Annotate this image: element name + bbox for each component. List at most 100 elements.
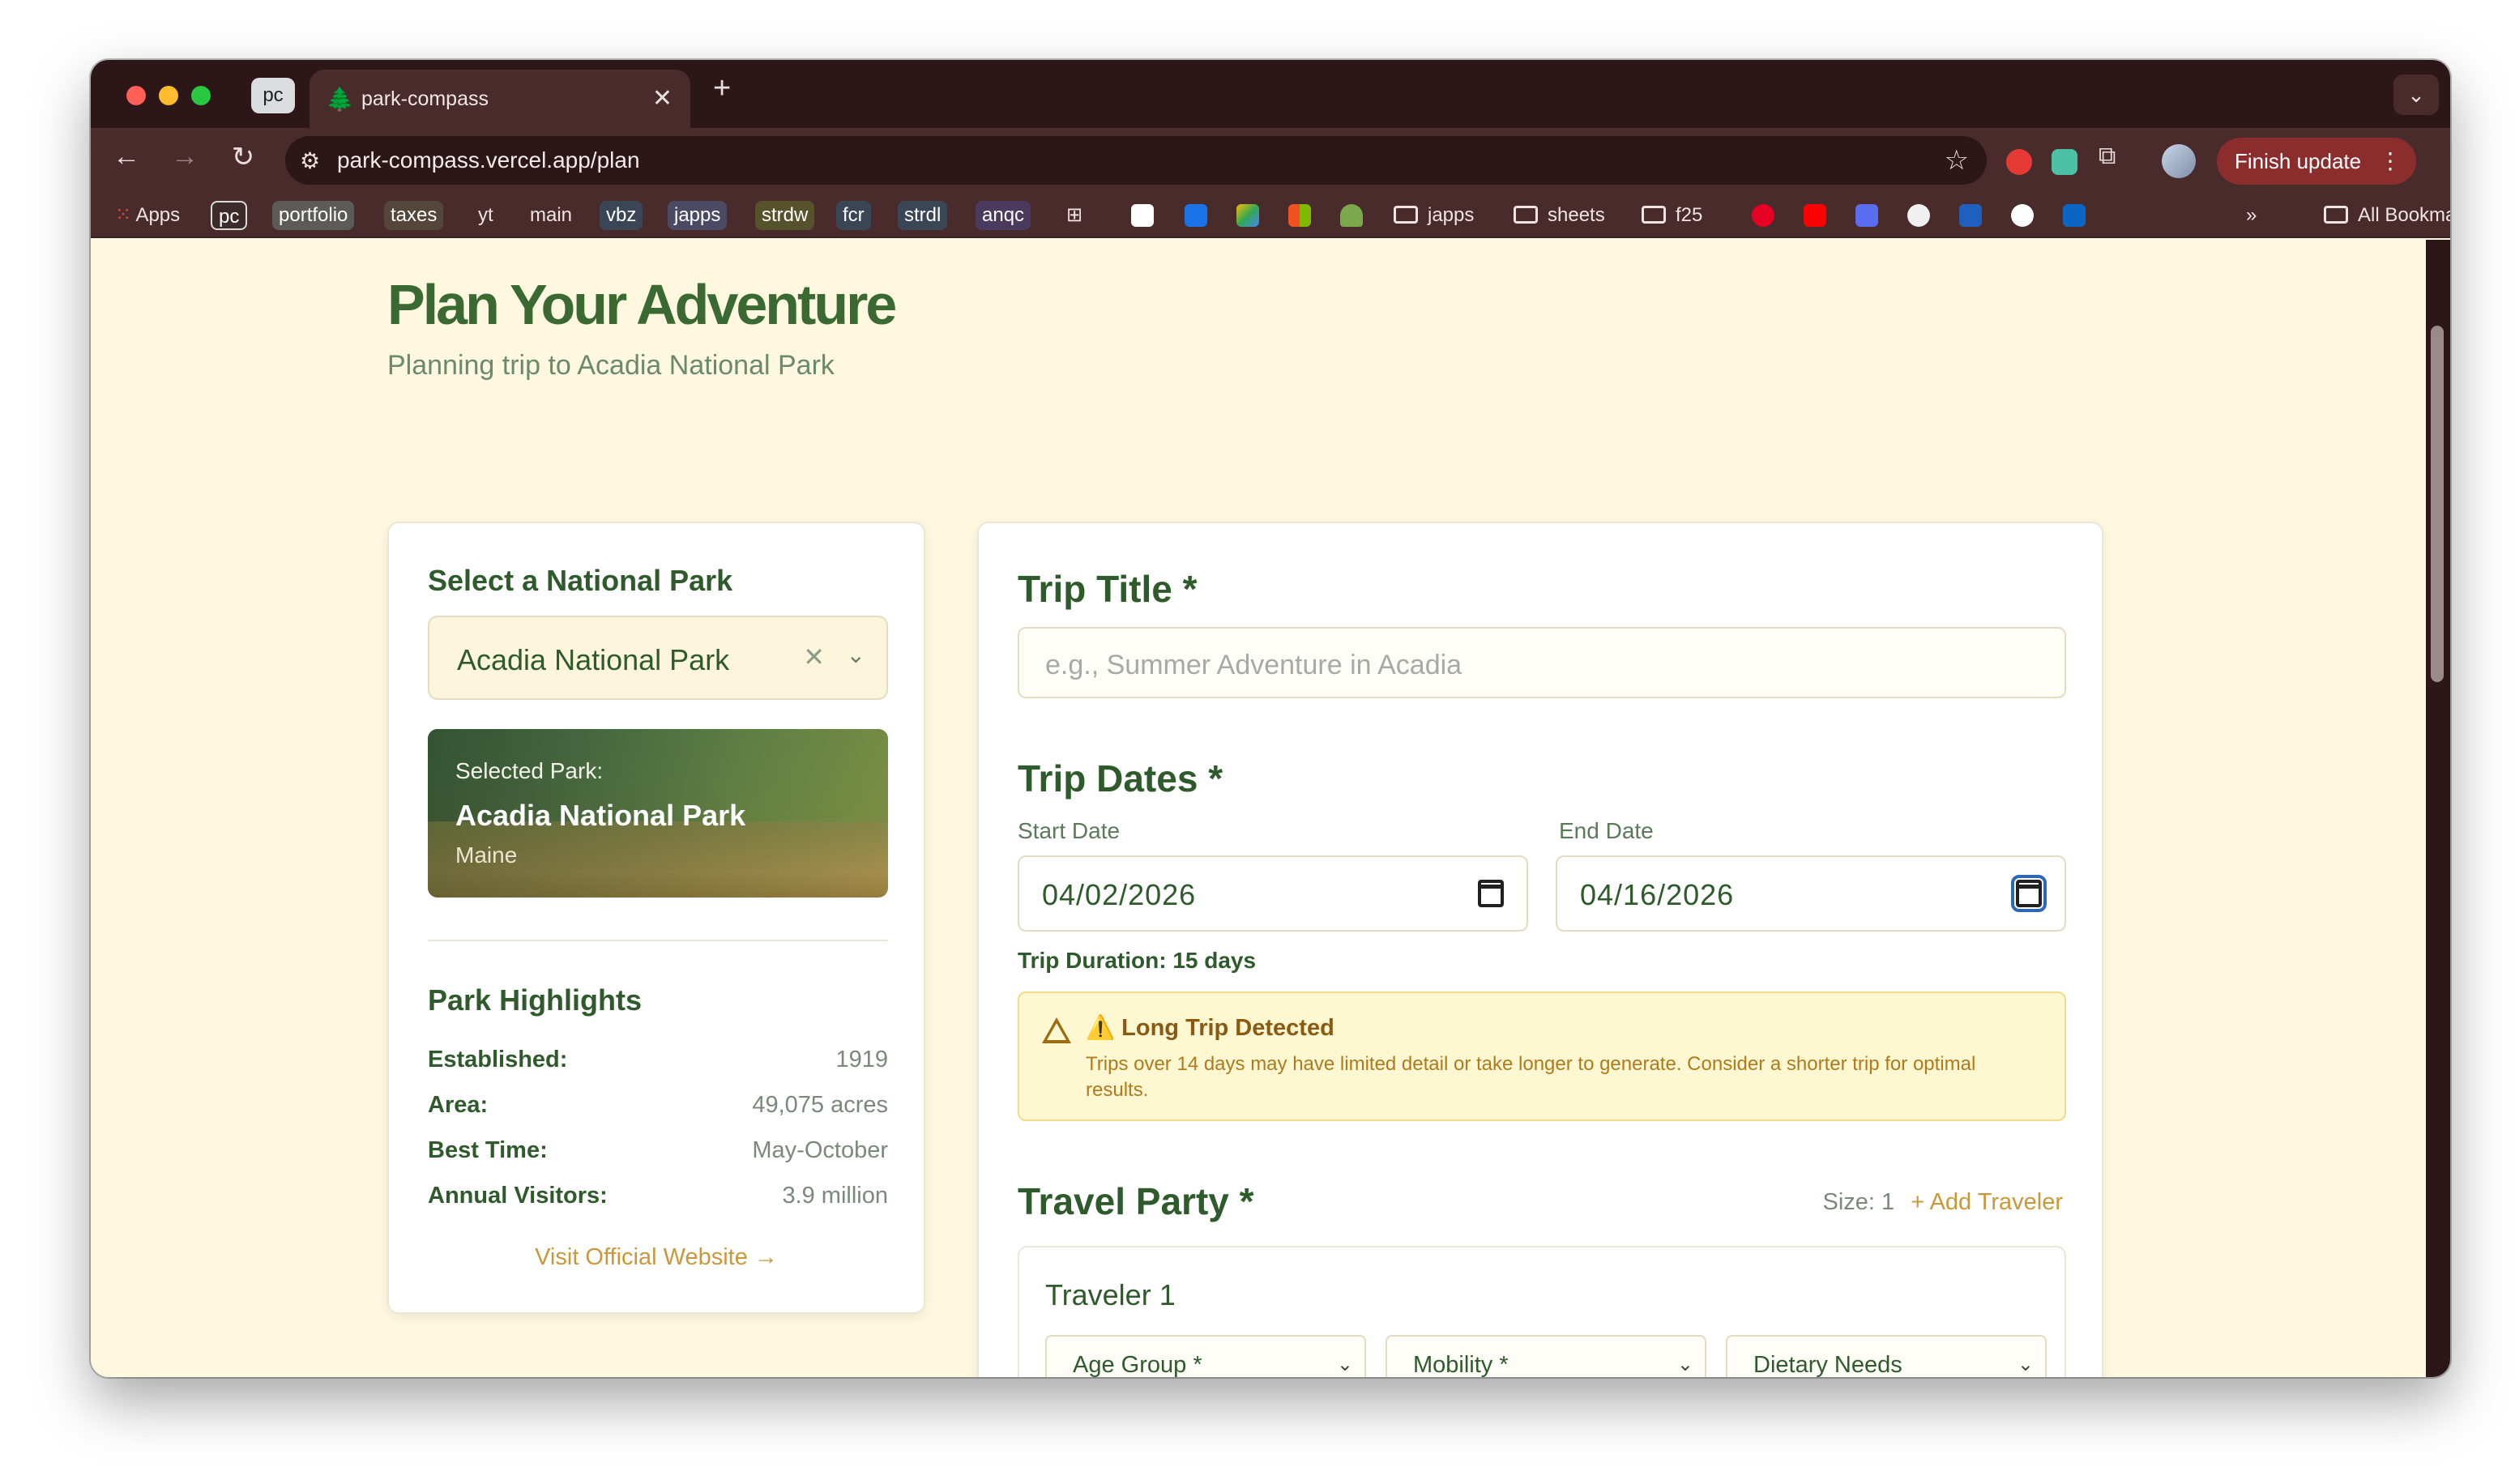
end-date-value: 04/16/2026	[1580, 878, 1735, 911]
bookmark-main[interactable]: main	[523, 201, 579, 230]
plant-icon[interactable]	[1340, 204, 1363, 227]
extensions-puzzle-icon[interactable]: ⧉	[2099, 143, 2124, 169]
folder-icon	[1642, 206, 1666, 224]
back-arrow-icon[interactable]: ←	[110, 141, 143, 173]
trip-title-heading: Trip Title *	[1018, 568, 1198, 610]
visit-website-link[interactable]: Visit Official Website →	[389, 1244, 924, 1271]
scrollbar[interactable]	[2426, 240, 2450, 1377]
scrollbar-thumb[interactable]	[2431, 326, 2444, 682]
chevron-down-icon[interactable]: ⌄	[2393, 75, 2439, 115]
more-bookmarks-button[interactable]: »	[2240, 201, 2263, 230]
bookmark-yt[interactable]: yt	[472, 201, 500, 230]
profile-avatar[interactable]	[2162, 144, 2196, 178]
all-bookmarks[interactable]: All Bookmarks	[2324, 201, 2450, 230]
address-bar[interactable]: ⚙ park-compass.vercel.app/plan ☆	[285, 136, 1987, 185]
more-vert-icon: ⋮	[2379, 148, 2402, 173]
travel-party-heading: Travel Party *	[1018, 1180, 1254, 1222]
selected-park-state: Maine	[455, 842, 518, 868]
add-traveler-button[interactable]: + Add Traveler	[1911, 1189, 2063, 1215]
select-park-heading: Select a National Park	[428, 564, 733, 597]
bookmark-strdw[interactable]: strdw	[755, 201, 815, 230]
close-icon[interactable]: ✕	[652, 84, 673, 113]
bookmark-vbz[interactable]: vbz	[600, 201, 643, 230]
trip-form-card: Trip Title * e.g., Summer Adventure in A…	[977, 522, 2103, 1377]
chatgpt-icon[interactable]	[2011, 204, 2034, 227]
mobility-select[interactable]: Mobility * ⌄	[1386, 1335, 1706, 1377]
grid-icon[interactable]: ⊞	[1060, 201, 1089, 230]
warning-text: Trips over 14 days may have limited deta…	[1086, 1053, 1976, 1101]
divider	[428, 940, 888, 941]
custom-app-icon[interactable]	[1855, 204, 1878, 227]
start-date-label: Start Date	[1018, 818, 1121, 843]
drive-icon[interactable]	[1236, 204, 1259, 227]
tab-group-chip[interactable]: pc	[251, 78, 295, 113]
page-content: Plan Your Adventure Planning trip to Aca…	[91, 240, 2426, 1377]
bookmark-anqc[interactable]: anqc	[976, 201, 1031, 230]
bookmark-fcr[interactable]: fcr	[836, 201, 871, 230]
folder-icon	[2324, 206, 2348, 224]
party-size-value: Size: 1	[1822, 1189, 1895, 1215]
gmail-icon[interactable]	[1131, 204, 1154, 227]
clear-icon[interactable]: ✕	[803, 642, 825, 672]
folder-f25[interactable]: f25	[1642, 201, 1702, 230]
bookmark-portfolio[interactable]: portfolio	[272, 201, 355, 230]
trip-title-input[interactable]: e.g., Summer Adventure in Acadia	[1018, 627, 2066, 698]
dietary-needs-select[interactable]: Dietary Needs ⌄	[1726, 1335, 2047, 1377]
microsoft-icon[interactable]	[1288, 204, 1311, 227]
folder-sheets[interactable]: sheets	[1514, 201, 1605, 230]
start-date-input[interactable]: 04/02/2026	[1018, 855, 1528, 932]
finish-update-label: Finish update	[2235, 149, 2362, 173]
github-icon[interactable]	[1907, 204, 1930, 227]
highlight-row: Area: 49,075 acres	[428, 1092, 888, 1118]
extension-red-icon[interactable]	[2006, 149, 2032, 175]
url-text: park-compass.vercel.app/plan	[337, 147, 640, 173]
bookmark-taxes[interactable]: taxes	[384, 201, 444, 230]
traveler-title: Traveler 1	[1045, 1278, 1176, 1311]
forward-arrow-icon[interactable]: →	[169, 141, 201, 173]
youtube-icon[interactable]	[1804, 204, 1826, 227]
selected-park-label: Selected Park:	[455, 758, 604, 783]
extension-teal-icon[interactable]	[2052, 149, 2077, 175]
park-selection-card: Select a National Park Acadia National P…	[387, 522, 925, 1314]
finish-update-button[interactable]: Finish update ⋮	[2217, 138, 2416, 185]
highlight-row: Established: 1919	[428, 1047, 888, 1072]
folder-japps[interactable]: japps	[1394, 201, 1474, 230]
tab-strip: pc 🌲 park-compass ✕ + ⌄	[91, 60, 2450, 130]
apps-grid-icon: ⁙	[115, 204, 136, 226]
age-group-select[interactable]: Age Group * ⌄	[1045, 1335, 1366, 1377]
park-select-value: Acadia National Park	[457, 643, 730, 676]
linkedin-icon[interactable]	[2063, 204, 2086, 227]
bookmark-pc[interactable]: pc	[211, 201, 248, 230]
tree-icon: 🌲	[326, 87, 354, 112]
site-settings-icon[interactable]: ⚙	[300, 147, 320, 174]
bookmarks-bar: ⁙ Apps pc portfolio taxes yt main vbz ja…	[91, 193, 2450, 238]
chevron-down-icon[interactable]: ⌄	[847, 642, 865, 668]
reload-icon[interactable]: ↻	[227, 141, 259, 173]
close-window-button[interactable]	[126, 86, 146, 105]
maximize-window-button[interactable]	[191, 86, 211, 105]
selected-park-name: Acadia National Park	[455, 799, 746, 832]
warning-icon	[1042, 1017, 1071, 1043]
trip-dates-heading: Trip Dates *	[1018, 757, 1223, 800]
pinterest-icon[interactable]	[1752, 204, 1774, 227]
tab-park-compass[interactable]: 🌲 park-compass ✕	[310, 70, 690, 130]
bookmark-strdl[interactable]: strdl	[898, 201, 948, 230]
park-select[interactable]: Acadia National Park ✕ ⌄	[428, 616, 888, 700]
calendar-icon[interactable]	[1478, 880, 1504, 907]
a-app-icon[interactable]	[1959, 204, 1982, 227]
new-tab-button[interactable]: +	[713, 71, 731, 106]
trip-title-placeholder: e.g., Summer Adventure in Acadia	[1045, 650, 1462, 680]
park-highlights-heading: Park Highlights	[428, 983, 643, 1017]
park-image: Selected Park: Acadia National Park Main…	[428, 729, 888, 898]
minimize-window-button[interactable]	[159, 86, 178, 105]
warning-title: ⚠️ Long Trip Detected	[1086, 1015, 1334, 1041]
highlight-row: Best Time: May-October	[428, 1137, 888, 1163]
end-date-input[interactable]: 04/16/2026	[1556, 855, 2066, 932]
star-icon[interactable]: ☆	[1945, 144, 1969, 177]
bookmark-apps[interactable]: ⁙ Apps	[109, 201, 186, 230]
bookmark-japps[interactable]: japps	[668, 201, 728, 230]
calendar-icon[interactable]	[2011, 875, 2047, 912]
start-date-value: 04/02/2026	[1042, 878, 1197, 911]
end-date-label: End Date	[1559, 818, 1654, 843]
calendar-icon[interactable]	[1185, 204, 1207, 227]
